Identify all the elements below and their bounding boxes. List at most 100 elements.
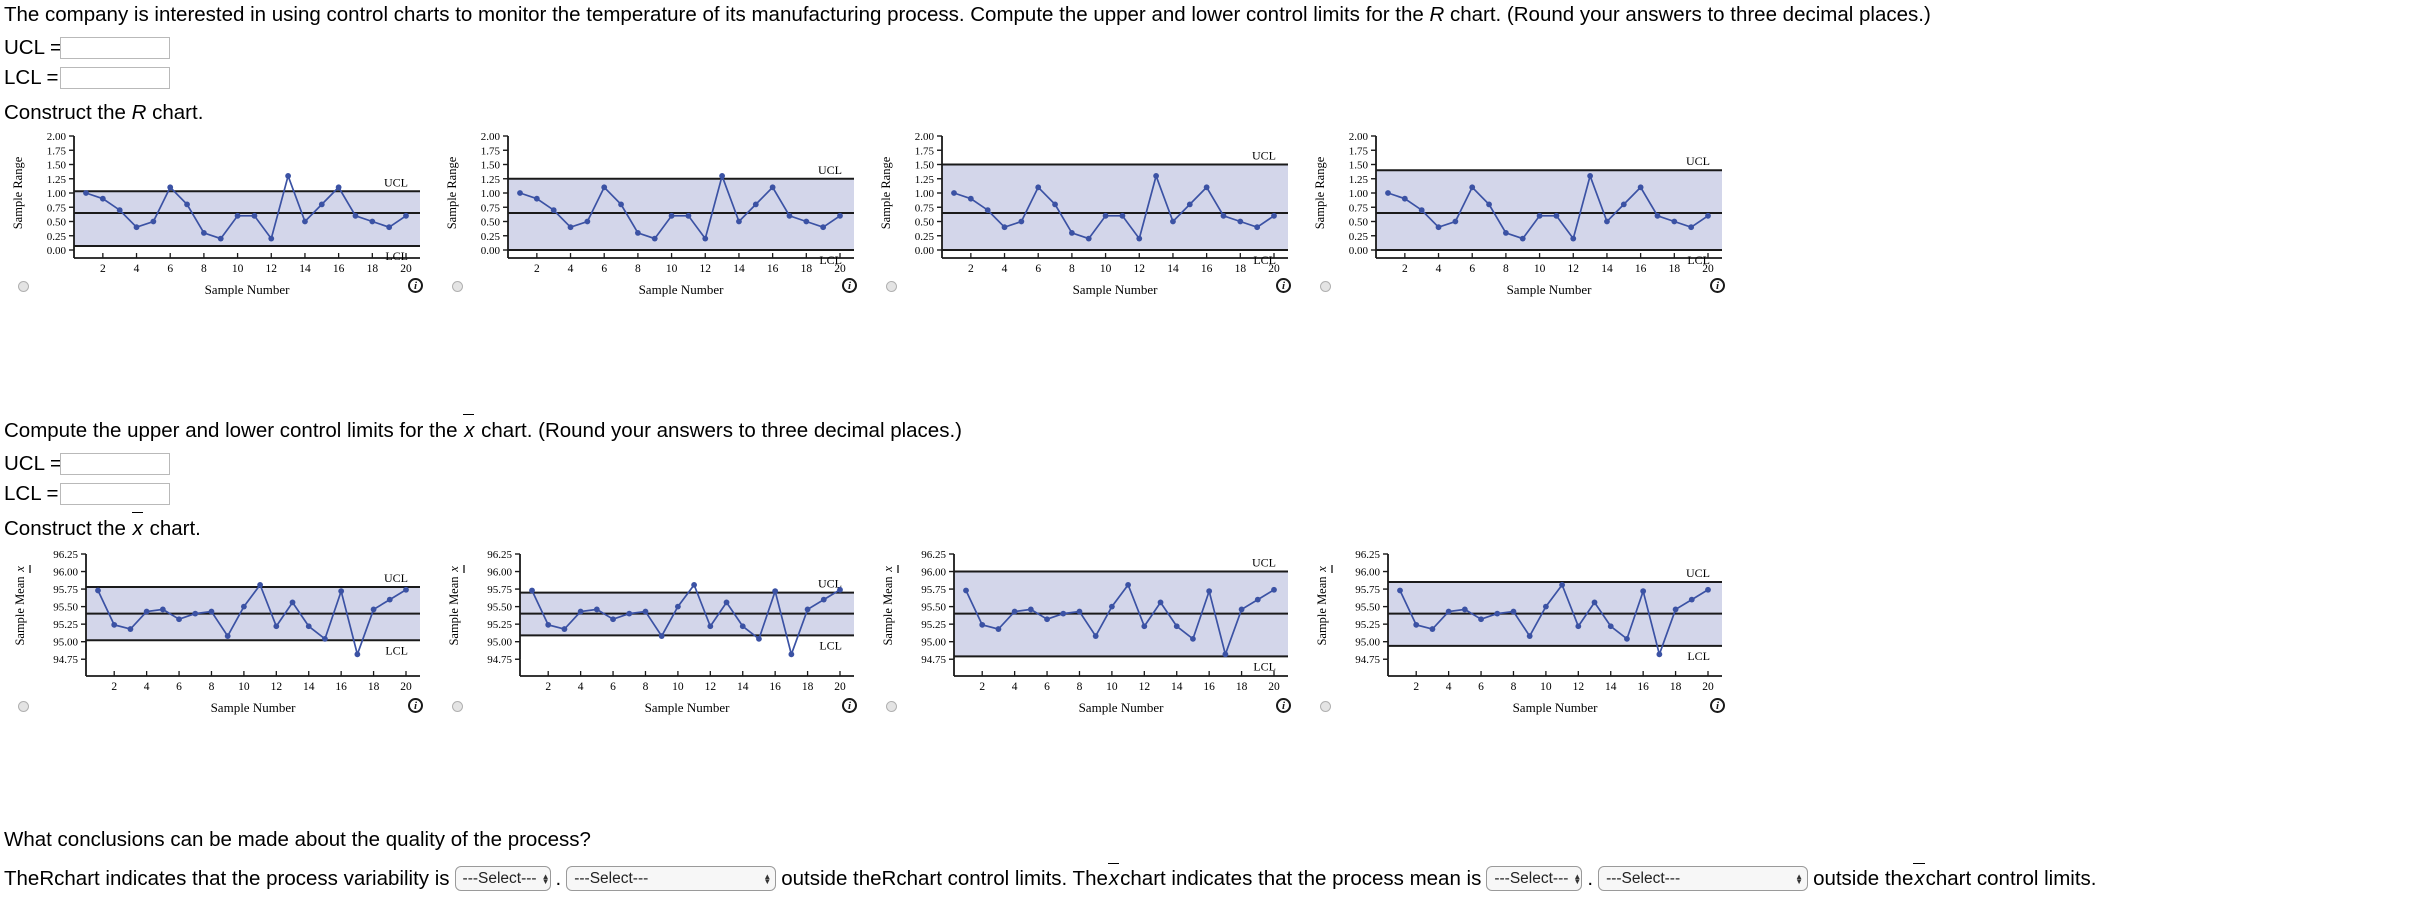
r-chart-radio-2[interactable] <box>452 281 463 292</box>
xbar-chart-radio-4[interactable] <box>1320 701 1331 712</box>
svg-text:95.75: 95.75 <box>1355 584 1380 596</box>
svg-text:8: 8 <box>1069 263 1075 275</box>
r-lcl-input[interactable] <box>60 67 170 89</box>
svg-text:96.25: 96.25 <box>1355 549 1380 561</box>
svg-text:2: 2 <box>979 681 985 693</box>
svg-text:8: 8 <box>643 681 649 693</box>
svg-text:UCL: UCL <box>1252 149 1276 163</box>
x-lcl-input[interactable] <box>60 483 170 505</box>
svg-text:95.00: 95.00 <box>53 637 78 649</box>
svg-text:1.75: 1.75 <box>481 145 501 157</box>
info-icon-r2[interactable]: i <box>842 278 857 293</box>
svg-text:1.50: 1.50 <box>915 160 935 172</box>
svg-text:94.75: 94.75 <box>487 654 512 666</box>
svg-text:0.25: 0.25 <box>915 231 935 243</box>
svg-text:14: 14 <box>303 681 315 693</box>
svg-text:UCL: UCL <box>1252 556 1276 570</box>
xbar-chart-radio-1[interactable] <box>18 701 29 712</box>
info-icon-x2[interactable]: i <box>842 698 857 713</box>
svg-text:14: 14 <box>1605 681 1617 693</box>
svg-text:UCL: UCL <box>818 163 842 177</box>
svg-text:95.50: 95.50 <box>53 602 78 614</box>
svg-text:18: 18 <box>368 681 380 693</box>
r-chart-option-2[interactable]: 0.00 0.25 0.50 0.75 1.00 1.25 1.50 1.75 2.00 2 4 6 8… <box>442 128 872 300</box>
svg-text:2: 2 <box>968 263 974 275</box>
svg-text:18: 18 <box>367 263 379 275</box>
svg-text:0.75: 0.75 <box>481 202 501 214</box>
xbar-chart-option-2[interactable]: 94.75 95.00 95.25 95.50 95.75 96.00 96.25 2 4 6 8 1… <box>442 546 872 718</box>
svg-text:Sample Number: Sample Number <box>1513 700 1599 715</box>
svg-text:16: 16 <box>1635 263 1647 275</box>
x-ucl-input[interactable] <box>60 453 170 475</box>
svg-text:1.75: 1.75 <box>1349 145 1369 157</box>
concl-period-1: . <box>555 866 562 890</box>
concl-part7: chart control limits. <box>1925 866 2097 890</box>
select-variability-2-value: ---Select--- <box>574 869 649 887</box>
svg-text:12: 12 <box>705 681 717 693</box>
r-ucl-input[interactable] <box>60 37 170 59</box>
svg-text:0.00: 0.00 <box>481 245 501 257</box>
svg-text:0.75: 0.75 <box>47 202 67 214</box>
svg-text:x: x <box>1315 566 1329 573</box>
svg-text:12: 12 <box>1134 263 1146 275</box>
concl-part2: chart indicates that the process variabi… <box>54 866 450 890</box>
concl-part5: chart indicates that the process mean is <box>1120 866 1482 890</box>
x-ucl-label: UCL = <box>4 452 62 475</box>
construct-xbar-heading: Construct the x chart. <box>4 512 201 542</box>
svg-text:10: 10 <box>232 263 244 275</box>
svg-text:6: 6 <box>601 263 607 275</box>
svg-text:95.00: 95.00 <box>1355 637 1380 649</box>
svg-text:10: 10 <box>666 263 678 275</box>
svg-text:1.50: 1.50 <box>1349 160 1369 172</box>
select-variability-1[interactable]: ---Select--- ▲ ▼ <box>454 866 551 891</box>
info-icon-r3[interactable]: i <box>1276 278 1291 293</box>
svg-text:2: 2 <box>545 681 551 693</box>
select-mean-1[interactable]: ---Select--- ▲ ▼ <box>1486 866 1583 891</box>
xbar-chart-option-3[interactable]: 94.75 95.00 95.25 95.50 95.75 96.00 96.25 2 4 6 8 1… <box>876 546 1306 718</box>
svg-text:UCL: UCL <box>1686 566 1710 580</box>
svg-text:4: 4 <box>1012 681 1018 693</box>
svg-text:95.75: 95.75 <box>487 584 512 596</box>
info-icon-x3[interactable]: i <box>1276 698 1291 713</box>
info-icon-r4[interactable]: i <box>1710 278 1725 293</box>
r-chart-radio-1[interactable] <box>18 281 29 292</box>
svg-text:LCL: LCL <box>385 643 408 657</box>
r-chart-option-3[interactable]: 0.00 0.25 0.50 0.75 1.00 1.25 1.50 1.75 2.00 2 4 6 8… <box>876 128 1306 300</box>
svg-text:8: 8 <box>209 681 215 693</box>
svg-text:14: 14 <box>733 263 745 275</box>
xbar-symbol: x <box>463 414 475 442</box>
info-icon-x4[interactable]: i <box>1710 698 1725 713</box>
select-mean-2[interactable]: ---Select--- ▲ ▼ <box>1598 866 1809 891</box>
r-chart-radio-4[interactable] <box>1320 281 1331 292</box>
xbar-chart-option-1[interactable]: 94.75 95.00 95.25 95.50 95.75 96.00 96.25 2 4 6 8 1… <box>8 546 438 718</box>
svg-text:95.25: 95.25 <box>1355 619 1380 631</box>
svg-text:1.00: 1.00 <box>47 188 67 200</box>
svg-text:94.75: 94.75 <box>1355 654 1380 666</box>
svg-text:16: 16 <box>333 263 345 275</box>
info-icon-x1[interactable]: i <box>408 698 423 713</box>
svg-text:Sample Mean: Sample Mean <box>881 576 895 646</box>
r-chart-option-4[interactable]: 0.00 0.25 0.50 0.75 1.00 1.25 1.50 1.75 2.00 2 4 6 8… <box>1310 128 1740 300</box>
svg-text:4: 4 <box>144 681 150 693</box>
svg-text:95.25: 95.25 <box>921 619 946 631</box>
xbar-chart-radio-2[interactable] <box>452 701 463 712</box>
info-icon-r1[interactable]: i <box>408 278 423 293</box>
svg-text:Sample Number: Sample Number <box>1079 700 1165 715</box>
svg-text:Sample Range: Sample Range <box>445 156 459 229</box>
svg-text:10: 10 <box>672 681 684 693</box>
svg-text:14: 14 <box>299 263 311 275</box>
r-chart-option-1[interactable]: 0.00 0.25 0.50 0.75 1.00 1.25 1.50 1.75 2.00 2 4 6 8… <box>8 128 438 300</box>
r-chart-radio-3[interactable] <box>886 281 897 292</box>
svg-text:16: 16 <box>769 681 781 693</box>
xbar-chart-option-4[interactable]: 94.75 95.00 95.25 95.50 95.75 96.00 96.25 2 4 6 8 1… <box>1310 546 1740 718</box>
xbar-chart-radio-3[interactable] <box>886 701 897 712</box>
svg-text:20: 20 <box>834 681 846 693</box>
svg-text:95.50: 95.50 <box>921 602 946 614</box>
select-variability-2[interactable]: ---Select--- ▲ ▼ <box>566 866 777 891</box>
question-intro-r: The company is interested in using contr… <box>4 2 1931 28</box>
svg-text:0.50: 0.50 <box>1349 217 1369 229</box>
svg-text:LCL: LCL <box>385 249 408 263</box>
svg-text:6: 6 <box>610 681 616 693</box>
svg-text:0.00: 0.00 <box>1349 245 1369 257</box>
svg-text:12: 12 <box>1568 263 1580 275</box>
